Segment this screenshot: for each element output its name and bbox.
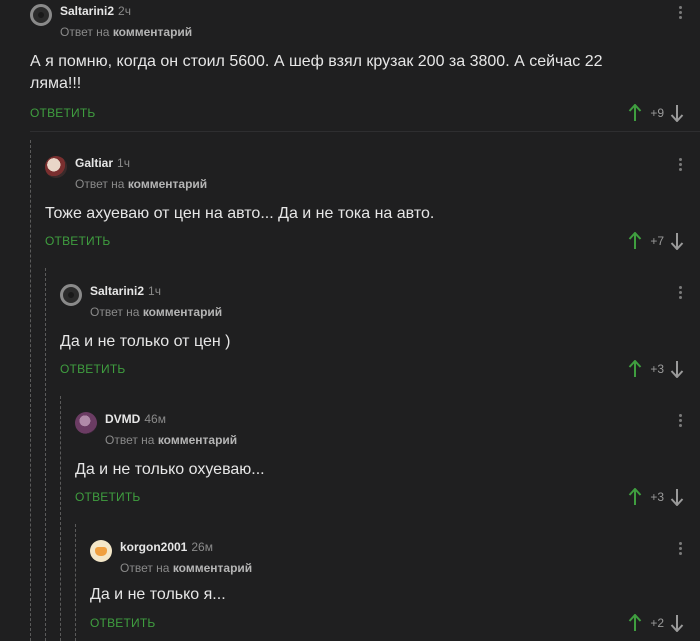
avatar[interactable] [30,4,52,26]
downvote-arrow-icon[interactable] [670,104,684,122]
comment: korgon2001 26м Ответ на комментарий Да и … [75,524,700,641]
thread-line[interactable] [75,524,76,641]
name-line: Saltarini2 2ч [60,4,192,18]
timestamp[interactable]: 46м [144,412,166,426]
reply-target-link[interactable]: комментарий [128,177,207,191]
reply-button[interactable]: ОТВЕТИТЬ [75,490,140,504]
comment-text: Да и не только от цен ) [60,331,230,353]
reply-info: Ответ на комментарий [90,305,222,319]
timestamp[interactable]: 26м [191,540,213,554]
more-options-icon[interactable] [679,414,682,427]
vote-controls: +7 [628,230,684,252]
reply-label: Ответ на [75,177,125,191]
vote-controls: +2 [628,612,684,634]
timestamp[interactable]: 1ч [117,156,130,170]
reply-info: Ответ на комментарий [105,433,237,447]
reply-info: Ответ на комментарий [60,25,192,39]
downvote-arrow-icon[interactable] [670,232,684,250]
comment-text-line: Да и не только от цен ) [60,333,231,350]
reply-target-link[interactable]: комментарий [158,433,237,447]
comment-text: Да и не только охуеваю... [75,459,265,481]
downvote-arrow-icon[interactable] [670,360,684,378]
reply-label: Ответ на [60,25,110,39]
comment-meta: Saltarini2 2ч Ответ на комментарий [60,4,192,39]
comment-meta: Galtiar 1ч Ответ на комментарий [75,156,207,191]
comment-text-line: А я помню, когда он стоил 5600. А шеф вз… [30,53,603,70]
more-options-icon[interactable] [679,158,682,171]
downvote-arrow-icon[interactable] [670,488,684,506]
rating-count: +9 [650,106,664,120]
reply-target-link[interactable]: комментарий [173,561,252,575]
comment-actions: ОТВЕТИТЬ +3 [75,486,700,508]
reply-target-link[interactable]: комментарий [143,305,222,319]
comment-text: Тоже ахуеваю от цен на авто... Да и не т… [45,203,434,225]
upvote-arrow-icon[interactable] [628,614,642,632]
comment-text-line: Да и не только я... [90,586,226,603]
author-name[interactable]: DVMD [105,412,140,426]
avatar[interactable] [75,412,97,434]
reply-label: Ответ на [105,433,155,447]
comment-actions: ОТВЕТИТЬ +9 [30,102,700,124]
comment-text: Да и не только я... [90,584,226,606]
name-line: Galtiar 1ч [75,156,207,170]
comment-meta: DVMD 46м Ответ на комментарий [105,412,237,447]
comment-text-line: Тоже ахуеваю от цен на авто... Да и не т… [45,205,435,222]
thread-line[interactable] [30,140,31,641]
divider [30,131,700,132]
reply-label: Ответ на [120,561,170,575]
comment-header: DVMD 46м Ответ на комментарий [75,412,237,447]
comment-header: Saltarini2 2ч Ответ на комментарий [30,4,192,39]
reply-button[interactable]: ОТВЕТИТЬ [60,362,125,376]
thread-line[interactable] [60,396,61,641]
more-options-icon[interactable] [679,6,682,19]
comment-actions: ОТВЕТИТЬ +7 [45,230,700,252]
avatar[interactable] [90,540,112,562]
vote-controls: +3 [628,358,684,380]
vote-controls: +3 [628,486,684,508]
reply-target-link[interactable]: комментарий [113,25,192,39]
comment-meta: Saltarini2 1ч Ответ на комментарий [90,284,222,319]
rating-count: +7 [650,234,664,248]
avatar[interactable] [45,156,67,178]
rating-count: +3 [650,490,664,504]
comment-text: А я помню, когда он стоил 5600. А шеф вз… [30,51,603,95]
comment-header: korgon2001 26м Ответ на комментарий [90,540,252,575]
thread-line[interactable] [45,268,46,641]
upvote-arrow-icon[interactable] [628,360,642,378]
comment-header: Galtiar 1ч Ответ на комментарий [45,156,207,191]
timestamp[interactable]: 1ч [148,284,161,298]
rating-count: +2 [650,616,664,630]
upvote-arrow-icon[interactable] [628,232,642,250]
comment-text-line: ляма!!! [30,75,82,92]
author-name[interactable]: Galtiar [75,156,113,170]
reply-info: Ответ на комментарий [120,561,252,575]
author-name[interactable]: Saltarini2 [90,284,144,298]
downvote-arrow-icon[interactable] [670,614,684,632]
more-options-icon[interactable] [679,286,682,299]
rating-count: +3 [650,362,664,376]
reply-info: Ответ на комментарий [75,177,207,191]
comment-meta: korgon2001 26м Ответ на комментарий [120,540,252,575]
upvote-arrow-icon[interactable] [628,488,642,506]
comment-text-line: Да и не только охуеваю... [75,461,265,478]
avatar[interactable] [60,284,82,306]
comment-thread: Saltarini2 2ч Ответ на комментарий А я по… [0,0,700,641]
reply-button[interactable]: ОТВЕТИТЬ [30,106,95,120]
comment-actions: ОТВЕТИТЬ +2 [90,612,700,634]
comment-actions: ОТВЕТИТЬ +3 [60,358,700,380]
reply-button[interactable]: ОТВЕТИТЬ [90,616,155,630]
reply-button[interactable]: ОТВЕТИТЬ [45,234,110,248]
upvote-arrow-icon[interactable] [628,104,642,122]
vote-controls: +9 [628,102,684,124]
comment-header: Saltarini2 1ч Ответ на комментарий [60,284,222,319]
author-name[interactable]: Saltarini2 [60,4,114,18]
more-options-icon[interactable] [679,542,682,555]
name-line: DVMD 46м [105,412,237,426]
author-name[interactable]: korgon2001 [120,540,187,554]
reply-label: Ответ на [90,305,140,319]
name-line: Saltarini2 1ч [90,284,222,298]
name-line: korgon2001 26м [120,540,252,554]
timestamp[interactable]: 2ч [118,4,131,18]
